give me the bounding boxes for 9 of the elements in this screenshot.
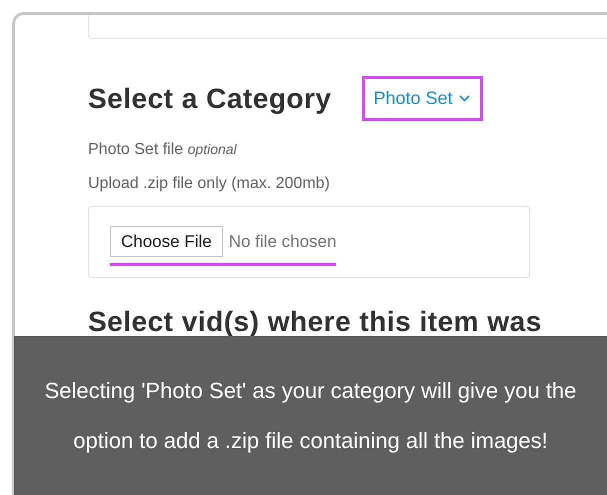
file-input-field[interactable]: Choose File No file chosen [88,206,530,278]
upload-note: Upload .zip file only (max. 200mb) [88,175,331,193]
section-heading: Select vid(s) where this item was [88,306,543,338]
chevron-down-icon [458,95,470,102]
file-status: No file chosen [228,232,336,252]
field-label: Photo Set file optional [88,141,238,159]
tooltip-text: Selecting 'Photo Set' as your category will give you the option to add a .zip file containing all the images! [44,376,578,455]
section-heading: Select a Category [88,82,332,114]
choose-file-button[interactable]: Choose File [110,226,223,257]
